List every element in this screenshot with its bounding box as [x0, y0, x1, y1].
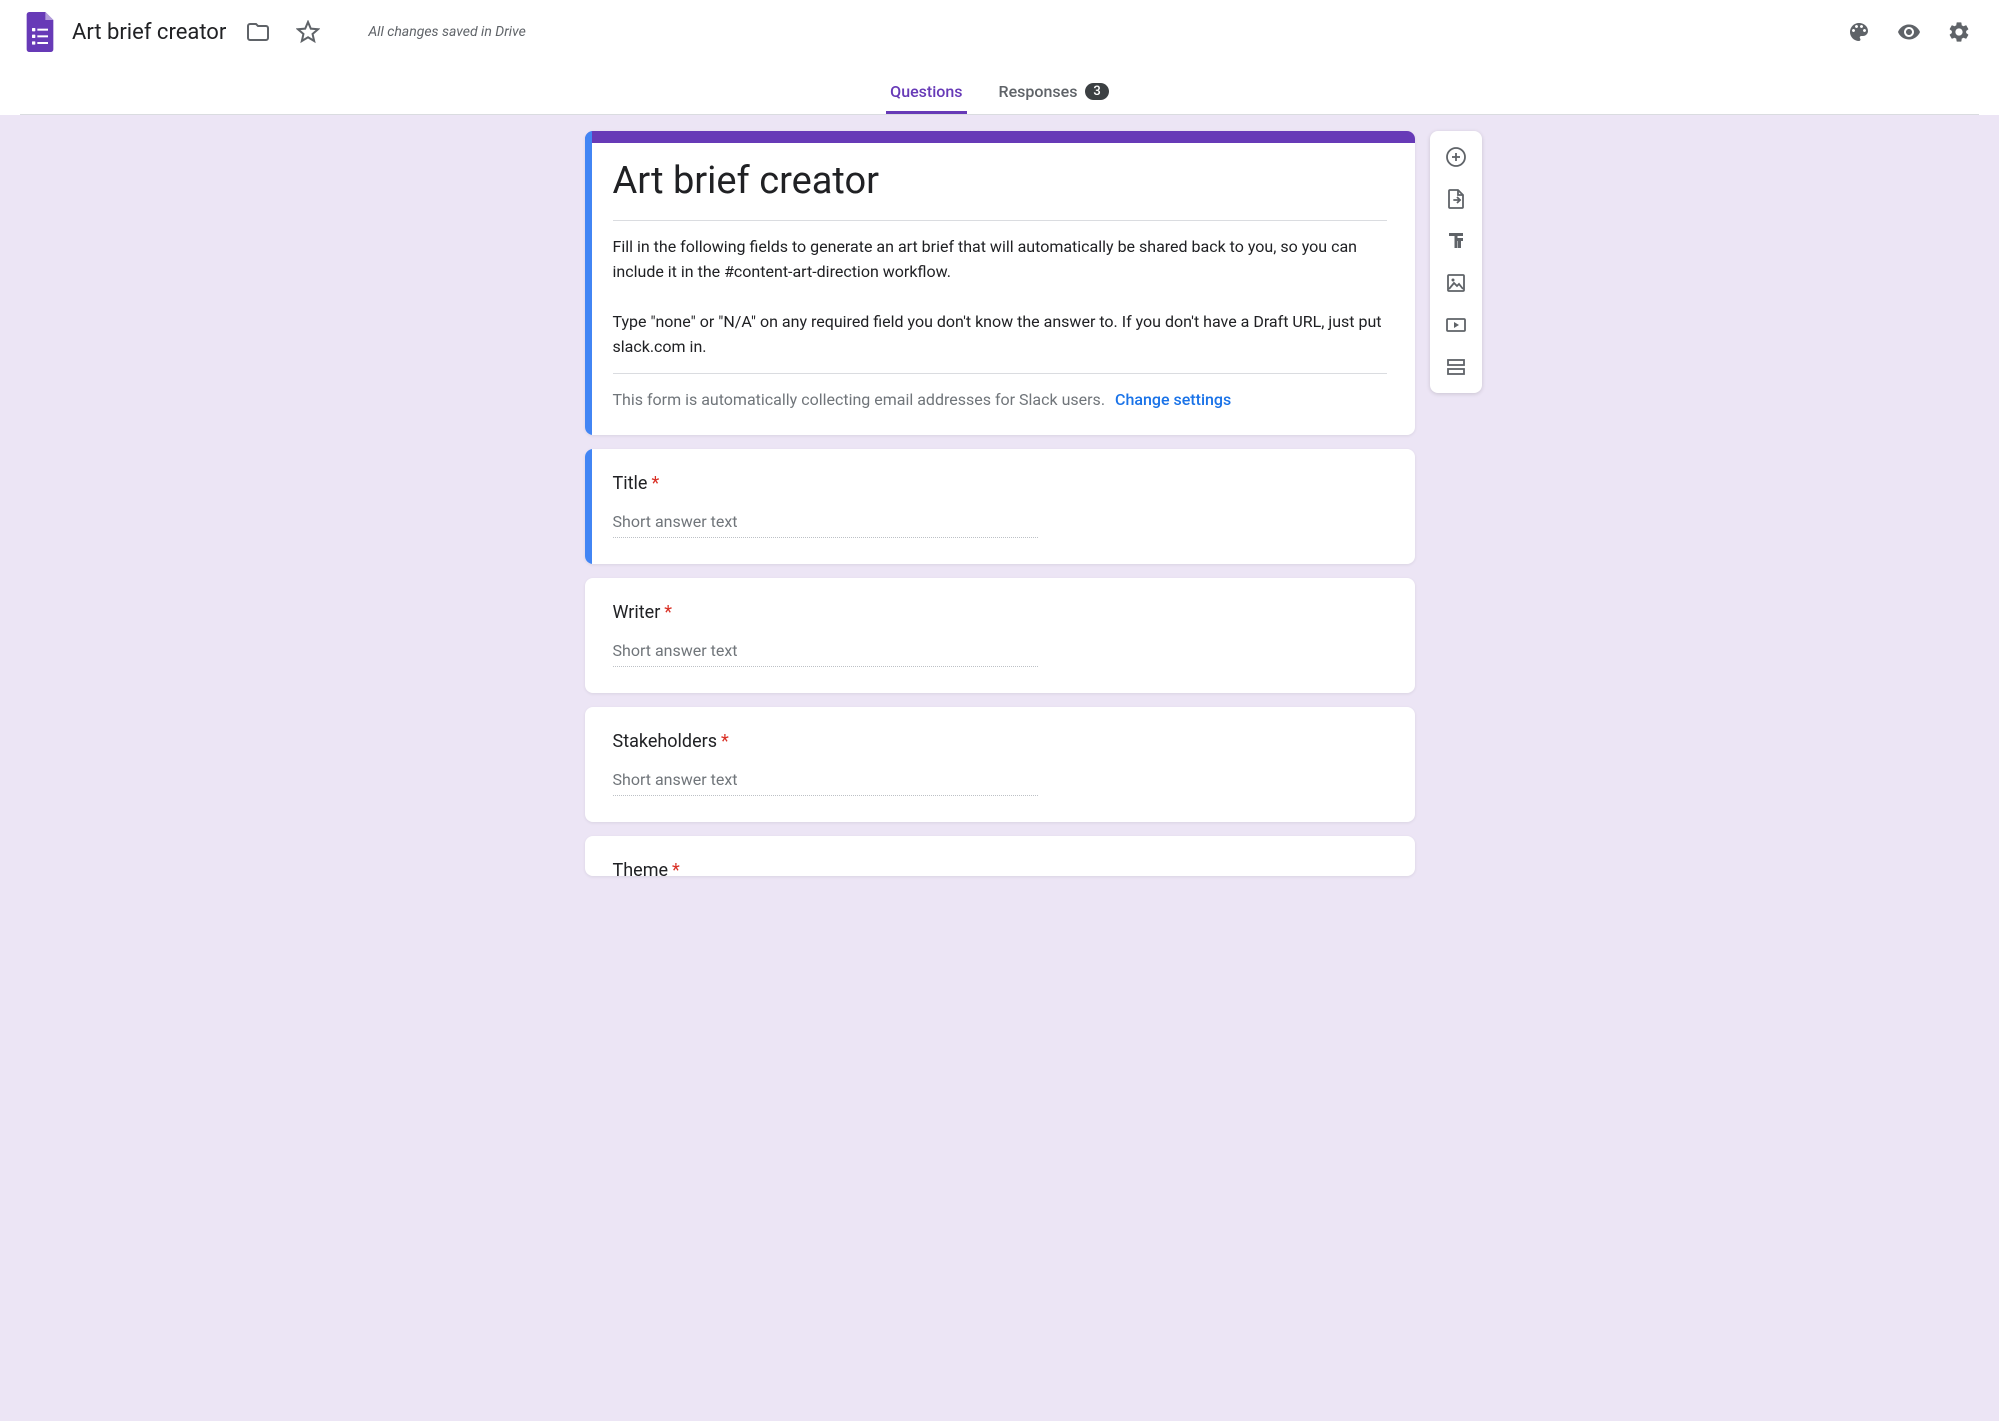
- question-label: Title*: [613, 473, 1387, 494]
- forms-logo-icon[interactable]: [20, 12, 60, 52]
- form-canvas: Art brief creator Fill in the following …: [0, 115, 1999, 1421]
- settings-button[interactable]: [1939, 12, 1979, 52]
- import-questions-button[interactable]: [1436, 179, 1476, 219]
- move-to-folder-button[interactable]: [238, 12, 278, 52]
- add-video-button[interactable]: [1436, 305, 1476, 345]
- question-card-stakeholders[interactable]: Stakeholders* Short answer text: [585, 707, 1415, 822]
- question-label-text: Theme: [613, 860, 669, 876]
- form-column: Art brief creator Fill in the following …: [585, 131, 1415, 876]
- question-label-text: Stakeholders: [613, 731, 718, 752]
- add-section-button[interactable]: [1436, 347, 1476, 387]
- save-status: All changes saved in Drive: [368, 24, 525, 40]
- document-title[interactable]: Art brief creator: [70, 16, 228, 49]
- tab-responses[interactable]: Responses 3: [995, 72, 1113, 114]
- required-star-icon: *: [721, 731, 729, 752]
- form-description[interactable]: Fill in the following fields to generate…: [613, 220, 1387, 374]
- tab-questions-label: Questions: [890, 82, 962, 101]
- form-title[interactable]: Art brief creator: [613, 157, 1387, 206]
- short-answer-placeholder: Short answer text: [613, 770, 1039, 796]
- short-answer-placeholder: Short answer text: [613, 512, 1039, 538]
- form-header-card[interactable]: Art brief creator Fill in the following …: [585, 131, 1415, 435]
- app-header: Art brief creator All changes saved in D…: [0, 0, 1999, 115]
- tabs-bar: Questions Responses 3: [20, 72, 1979, 115]
- question-card-theme[interactable]: Theme*: [585, 836, 1415, 876]
- add-image-button[interactable]: [1436, 263, 1476, 303]
- question-card-title[interactable]: Title* Short answer text: [585, 449, 1415, 564]
- change-settings-link[interactable]: Change settings: [1115, 390, 1231, 409]
- header-top-row: Art brief creator All changes saved in D…: [20, 12, 1979, 52]
- required-star-icon: *: [651, 473, 659, 494]
- add-title-button[interactable]: [1436, 221, 1476, 261]
- question-label-text: Title: [613, 473, 648, 494]
- question-label: Writer*: [613, 602, 1387, 623]
- question-label: Theme*: [613, 860, 1387, 876]
- email-notice-text: This form is automatically collecting em…: [613, 390, 1106, 409]
- short-answer-placeholder: Short answer text: [613, 641, 1039, 667]
- responses-count-badge: 3: [1085, 83, 1108, 100]
- customize-theme-button[interactable]: [1839, 12, 1879, 52]
- question-label-text: Writer: [613, 602, 661, 623]
- preview-button[interactable]: [1889, 12, 1929, 52]
- question-label: Stakeholders*: [613, 731, 1387, 752]
- star-button[interactable]: [288, 12, 328, 52]
- tab-responses-label: Responses: [999, 82, 1078, 101]
- required-star-icon: *: [664, 602, 672, 623]
- email-collection-notice: This form is automatically collecting em…: [613, 390, 1387, 409]
- tab-questions[interactable]: Questions: [886, 72, 966, 114]
- required-star-icon: *: [672, 860, 680, 876]
- header-actions: [1839, 12, 1979, 52]
- add-question-button[interactable]: [1436, 137, 1476, 177]
- question-toolbar: [1430, 131, 1482, 393]
- question-card-writer[interactable]: Writer* Short answer text: [585, 578, 1415, 693]
